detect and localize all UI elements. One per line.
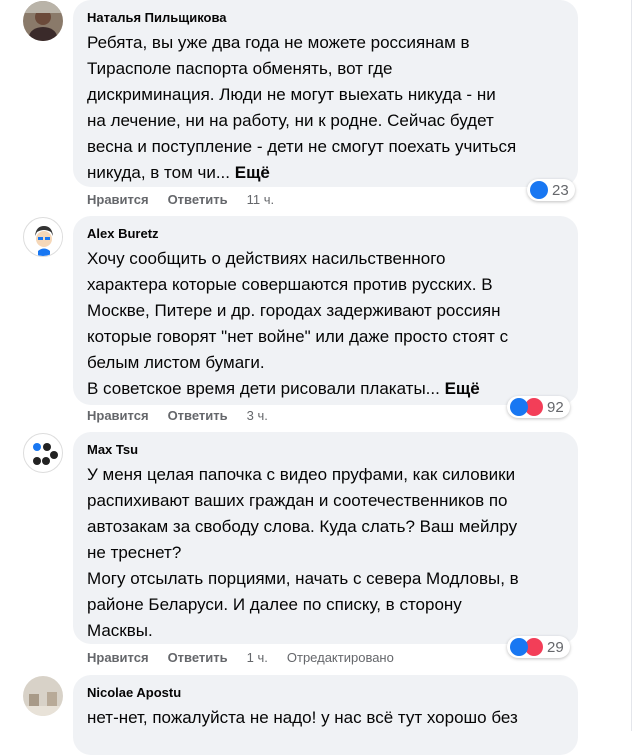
reply-button[interactable]: Ответить [168, 650, 228, 666]
like-button[interactable]: Нравится [87, 192, 149, 208]
comment-text: Хочу сообщить о действиях насильственног… [87, 246, 564, 402]
reaction-count: 92 [547, 398, 564, 416]
see-more-link[interactable]: Ещё [445, 379, 480, 398]
comment-line: дискриминация. Люди не могут выехать ник… [87, 85, 496, 104]
comment-line: В советское время дети рисовали плакаты.… [87, 379, 440, 398]
comment-bubble: Alex Buretz Хочу сообщить о действиях на… [73, 216, 578, 405]
reply-button[interactable]: Ответить [168, 192, 228, 208]
like-button[interactable]: Нравится [87, 408, 149, 424]
avatar[interactable] [23, 433, 63, 473]
reaction-count: 23 [552, 181, 569, 199]
like-reaction-icon [510, 638, 528, 656]
comment-line: не треснет? [87, 543, 182, 562]
comment-text: Ребята, вы уже два года не можете россия… [87, 30, 564, 186]
avatar[interactable] [23, 1, 63, 41]
reply-button[interactable]: Ответить [168, 408, 228, 424]
like-button[interactable]: Нравится [87, 650, 149, 666]
reaction-summary[interactable]: 92 [507, 396, 570, 418]
comment-timestamp[interactable]: 3 ч. [247, 408, 268, 424]
comment-line: весна и поступление - дети не смогут пое… [87, 137, 517, 156]
reaction-count: 29 [547, 638, 564, 656]
comment-line-last: никуда, в том чи... Ещё [87, 160, 564, 186]
comment-author[interactable]: Nicolae Apostu [87, 685, 564, 701]
comment-actions: Нравится Ответить 11 ч. [87, 192, 274, 208]
avatar[interactable] [23, 217, 63, 257]
comment-actions: Нравится Ответить 3 ч. [87, 408, 268, 424]
comment-timestamp[interactable]: 1 ч. [247, 650, 268, 666]
comment-line: нет-нет, пожалуйста не надо! у нас всё т… [87, 708, 518, 727]
like-reaction-icon [530, 181, 548, 199]
comment-text: У меня целая папочка с видео пруфами, ка… [87, 462, 564, 644]
comment-author[interactable]: Alex Buretz [87, 226, 564, 242]
comment-line: У меня целая папочка с видео пруфами, ка… [87, 465, 516, 484]
comment-timestamp[interactable]: 11 ч. [247, 192, 275, 208]
comment-line: распихивают ваших граждан и соотечествен… [87, 491, 508, 510]
comment-bubble: Наталья Пильщикова Ребята, вы уже два го… [73, 0, 578, 187]
comment-author[interactable]: Наталья Пильщикова [87, 10, 564, 26]
comment-line-last: В советское время дети рисовали плакаты.… [87, 376, 564, 402]
comment-bubble: Nicolae Apostu нет-нет, пожалуйста не на… [73, 675, 578, 755]
comment-line: районе Беларуси. И далее по списку, в ст… [87, 595, 462, 614]
comment-bubble: Max Tsu У меня целая папочка с видео пру… [73, 432, 578, 644]
like-reaction-icon [510, 398, 528, 416]
reaction-summary[interactable]: 23 [527, 179, 575, 201]
comment-line: на лечение, ни на работу, ни к родне. Се… [87, 111, 494, 130]
see-more-link[interactable]: Ещё [235, 163, 270, 182]
comment-line: которые говорят "нет войне" или даже про… [87, 327, 509, 346]
comment-author[interactable]: Max Tsu [87, 442, 564, 458]
avatar[interactable] [23, 676, 63, 716]
comment-line: никуда, в том чи... [87, 163, 231, 182]
comment-line: автозакам за свободу слова. Куда слать? … [87, 517, 518, 536]
comment-line: Хочу сообщить о действиях насильственног… [87, 249, 446, 268]
edited-label: Отредактировано [286, 650, 394, 665]
reaction-summary[interactable]: 29 [507, 636, 570, 658]
comment-line: Масквы. [87, 621, 153, 640]
comment-line: Могу отсылать порциями, начать с севера … [87, 569, 519, 588]
comment-line: белым листом бумаги. [87, 353, 265, 372]
comment-line: Тирасполе паспорта обменять, вот где [87, 59, 393, 78]
comment-line: характера которые совершаются против рус… [87, 275, 493, 294]
comment-line: Москве, Питере и др. городах задерживают… [87, 301, 501, 320]
comment-actions: Нравится Ответить 1 ч. Отредактировано [87, 650, 394, 666]
comment-line: Ребята, вы уже два года не можете россия… [87, 33, 470, 52]
comment-text: нет-нет, пожалуйста не надо! у нас всё т… [87, 705, 564, 731]
